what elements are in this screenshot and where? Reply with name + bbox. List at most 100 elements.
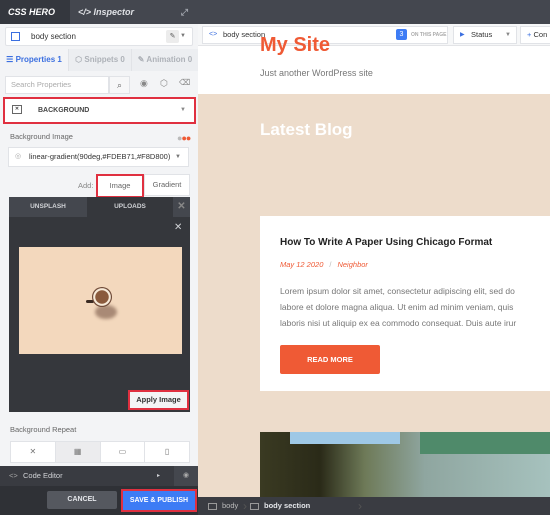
selector-label: body section — [31, 32, 76, 41]
read-more-button[interactable]: READ MORE — [280, 345, 380, 374]
chevron-down-icon: ▼ — [505, 32, 511, 38]
css-hero-logo[interactable]: CSS HERO — [0, 0, 70, 24]
add-image-button[interactable]: Image — [96, 174, 144, 198]
save-highlight: SAVE & PUBLISH — [121, 489, 197, 512]
property-group-select[interactable]: ✕ BACKGROUND ▼ — [3, 97, 196, 124]
post-date: May 12 2020 — [280, 260, 324, 269]
list-icon: ☰ — [6, 55, 14, 64]
background-image-select[interactable]: ◎ linear-gradient(90deg,#FDEB71,#F8D800)… — [8, 147, 189, 167]
edit-icon[interactable]: ✎ — [166, 30, 179, 43]
eye-icon[interactable]: ◉ — [174, 466, 198, 486]
eye-icon[interactable]: ◉ — [140, 78, 148, 89]
coffee-cup — [92, 287, 112, 307]
flag-icon: ▶ — [460, 32, 465, 38]
element-selector[interactable]: body section ✎ ▼ — [5, 27, 193, 46]
code-icon: </> — [78, 7, 94, 17]
media-panel: UNSPLASH UPLOADS ✕ ✕ Apply Image — [9, 197, 190, 412]
expand-arrow-icon[interactable]: ▸ — [157, 466, 160, 486]
tab-animation[interactable]: ✎ Animation 0 — [131, 49, 198, 71]
code-icon: <> — [9, 471, 18, 480]
tab-properties[interactable]: ☰ Properties 1 — [0, 49, 68, 71]
inspector-panel: CSS HERO </> Inspector ⤢ body section ✎ … — [0, 0, 198, 515]
status-dropdown[interactable]: ▶ Status ▼ — [453, 26, 517, 44]
panel-footer: CANCEL SAVE & PUBLISH — [0, 486, 198, 515]
property-group-label: BACKGROUND — [38, 107, 90, 114]
site-tagline: Just another WordPress site — [260, 68, 373, 78]
media-tabs: UNSPLASH UPLOADS ✕ — [9, 197, 190, 217]
background-image-value: linear-gradient(90deg,#FDEB71,#F8D800) — [29, 152, 171, 161]
search-icon[interactable]: ⌕ — [109, 76, 130, 94]
chevron-down-icon: ▼ — [180, 107, 186, 113]
add-button[interactable]: + Con — [520, 26, 550, 44]
post-image — [260, 432, 550, 504]
animation-icon: ✎ — [137, 55, 145, 64]
element-icon — [250, 502, 259, 510]
close-icon[interactable]: ✕ — [174, 222, 182, 233]
site-header: My Site Just another WordPress site — [198, 34, 550, 94]
trash-icon[interactable]: ⌫ — [179, 78, 190, 87]
tab-uploads[interactable]: UPLOADS — [87, 197, 173, 217]
preview-top-bar — [198, 0, 550, 24]
dom-breadcrumb: body › body section › — [198, 497, 550, 515]
repeat-y-button[interactable]: ▯ — [145, 442, 189, 462]
repeat-x-button[interactable]: ▭ — [101, 442, 146, 462]
code-editor-bar[interactable]: <> Code Editor ▸ ◉ — [0, 466, 198, 486]
tab-inspector[interactable]: </> Inspector ⤢ — [70, 0, 198, 24]
background-icon: ✕ — [12, 105, 22, 114]
post-meta: May 12 2020 / Neighbor — [280, 260, 368, 269]
section-title: Latest Blog — [260, 120, 353, 139]
chevron-down-icon: ▼ — [175, 154, 181, 160]
status-label: Status — [471, 30, 493, 39]
post-card: How To Write A Paper Using Chicago Forma… — [260, 216, 550, 391]
post-title[interactable]: How To Write A Paper Using Chicago Forma… — [280, 237, 492, 248]
code-icon: <> — [209, 31, 218, 38]
preview-toolbar: <> body section 3 ON THIS PAGE ▶ Status … — [198, 24, 550, 46]
element-icon — [208, 502, 217, 510]
cancel-button[interactable]: CANCEL — [47, 491, 117, 509]
repeat-all-button[interactable]: ▦ — [55, 442, 101, 462]
breadcrumb-separator: › — [243, 499, 247, 513]
site-preview: <> body section 3 ON THIS PAGE ▶ Status … — [198, 0, 550, 515]
tab-unsplash[interactable]: UNSPLASH — [9, 197, 87, 217]
cube-icon[interactable]: ⬡ — [160, 78, 168, 89]
plus-icon: + — [527, 30, 532, 39]
expand-icon[interactable]: ⤢ — [181, 0, 188, 24]
photo-sky — [290, 432, 400, 444]
property-tabs: ☰ Properties 1 ⬡ Snippets 0 ✎ Animation … — [0, 49, 198, 71]
gradient-icon: ◎ — [15, 153, 22, 160]
inspector-label: Inspector — [93, 7, 135, 17]
breadcrumb-body[interactable]: body — [208, 497, 238, 515]
background-repeat-options: ✕ ▦ ▭ ▯ — [10, 441, 190, 463]
apply-image-highlight: Apply Image — [128, 390, 189, 410]
selection-icon — [11, 32, 20, 41]
tab-snippets[interactable]: ⬡ Snippets 0 — [68, 49, 131, 71]
selector-label: body section — [223, 30, 266, 39]
site-title[interactable]: My Site — [260, 34, 330, 57]
post-category[interactable]: Neighbor — [337, 260, 367, 269]
chevron-down-icon[interactable]: ▼ — [180, 28, 186, 45]
apply-image-button[interactable]: Apply Image — [130, 392, 187, 408]
add-label: Add: — [78, 181, 94, 190]
post-excerpt: Lorem ipsum dolor sit amet, consectetur … — [280, 286, 517, 328]
match-count-badge: 3 — [396, 29, 407, 40]
blog-section[interactable]: Latest Blog How To Write A Paper Using C… — [198, 94, 550, 504]
background-image-label: Background Image — [10, 132, 73, 141]
breadcrumb-body-section[interactable]: body section — [250, 497, 310, 515]
repeat-none-button[interactable]: ✕ — [11, 442, 56, 462]
cube-icon: ⬡ — [75, 55, 83, 64]
search-properties-input[interactable]: Search Properties — [5, 76, 109, 94]
background-repeat-label: Background Repeat — [10, 425, 77, 434]
cup-shadow — [95, 305, 117, 319]
add-background-row: Add: Image Gradient — [10, 174, 190, 198]
photo-green — [420, 432, 550, 454]
breadcrumb-separator: › — [358, 499, 362, 513]
on-this-page-label: ON THIS PAGE — [411, 32, 447, 38]
uploaded-image-thumbnail[interactable] — [19, 247, 182, 354]
add-gradient-button[interactable]: Gradient — [144, 174, 190, 196]
panel-tabs: CSS HERO </> Inspector ⤢ — [0, 0, 198, 24]
code-editor-label: Code Editor — [23, 471, 63, 480]
more-options-icon[interactable]: ●●● — [177, 133, 191, 143]
meta-separator: / — [329, 260, 332, 269]
save-publish-button[interactable]: SAVE & PUBLISH — [123, 491, 195, 510]
close-icon[interactable]: ✕ — [173, 197, 190, 217]
